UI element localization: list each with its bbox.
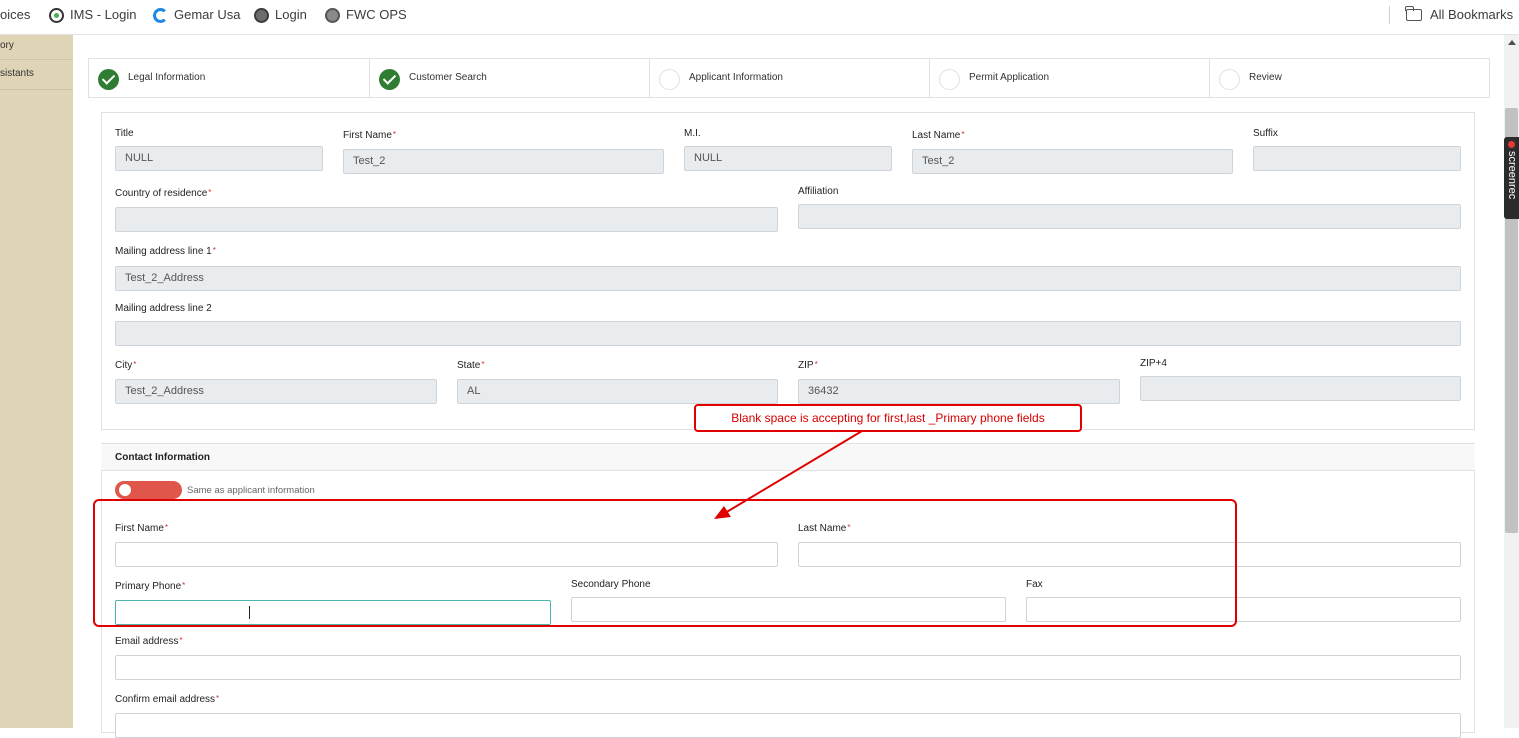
step-label: Customer Search (409, 72, 487, 83)
address2-label: Mailing address line 2 (115, 303, 212, 314)
state-label: State* (457, 360, 485, 371)
bookmark-invoices[interactable]: oices (0, 6, 30, 24)
folder-icon (1405, 6, 1422, 21)
suffix-label: Suffix (1253, 128, 1278, 139)
mi-label: M.I. (684, 128, 701, 139)
city-field[interactable]: Test_2_Address (115, 379, 437, 404)
bookmark-label: FWC OPS (346, 7, 407, 22)
affiliation-label: Affiliation (798, 186, 839, 197)
bookmarks-separator (1389, 6, 1390, 24)
gemar-logo-icon (153, 7, 168, 23)
bookmark-label: Login (275, 7, 307, 22)
all-bookmarks-button[interactable]: All Bookmarks (1405, 6, 1514, 24)
sidebar-item-assistants[interactable]: sistants (0, 60, 73, 90)
address2-field[interactable] (115, 321, 1461, 346)
step-review[interactable]: Review (1210, 59, 1489, 97)
last-name-label: Last Name* (912, 130, 965, 141)
step-permit-application[interactable]: Permit Application (930, 59, 1210, 97)
sidebar-item-label: sistants (0, 68, 34, 79)
all-bookmarks-label: All Bookmarks (1430, 7, 1514, 22)
address1-field[interactable]: Test_2_Address (115, 266, 1461, 291)
affiliation-field[interactable] (798, 204, 1461, 229)
shield-seal-icon (254, 7, 269, 23)
mi-field[interactable]: NULL (684, 146, 892, 171)
sidebar: ory sistants (0, 35, 73, 728)
country-field[interactable] (115, 207, 778, 232)
step-applicant-information[interactable]: Applicant Information (650, 59, 930, 97)
step-label: Review (1249, 72, 1282, 83)
bookmark-label: Gemar Usa (174, 7, 241, 22)
screenrec-tab[interactable]: screenrec (1504, 137, 1519, 219)
empty-circle-icon (1219, 69, 1240, 90)
city-label: City* (115, 360, 137, 371)
zip-label: ZIP* (798, 360, 818, 371)
ims-logo-icon (49, 7, 64, 23)
record-dot-icon (1508, 141, 1515, 148)
check-circle-icon (98, 69, 119, 90)
step-label: Applicant Information (689, 72, 783, 83)
fwc-seal-icon (325, 7, 340, 23)
empty-circle-icon (659, 69, 680, 90)
sidebar-item-history[interactable]: ory (0, 35, 73, 60)
email-label: Email address* (115, 636, 183, 647)
bookmark-gemar-usa[interactable]: Gemar Usa (153, 6, 240, 24)
step-legal-information[interactable]: Legal Information (89, 59, 370, 97)
empty-circle-icon (939, 69, 960, 90)
step-customer-search[interactable]: Customer Search (370, 59, 650, 97)
zip4-field[interactable] (1140, 376, 1461, 401)
email-input[interactable] (115, 655, 1461, 680)
bookmark-ims-login[interactable]: IMS - Login (49, 6, 136, 24)
first-name-field[interactable]: Test_2 (343, 149, 664, 174)
scroll-up-arrow-icon[interactable] (1508, 40, 1516, 45)
check-circle-icon (379, 69, 400, 90)
bookmarks-bar: oices IMS - Login Gemar Usa Login FWC OP… (0, 0, 1519, 35)
same-as-applicant-toggle[interactable] (115, 481, 182, 499)
first-name-label: First Name* (343, 130, 397, 141)
screenrec-label: screenrec (1506, 151, 1518, 200)
suffix-field[interactable] (1253, 146, 1461, 171)
contact-heading: Contact Information (115, 452, 210, 463)
title-label: Title (115, 128, 134, 139)
zip-field[interactable]: 36432 (798, 379, 1120, 404)
wizard-stepper: Legal Information Customer Search Applic… (88, 58, 1490, 98)
bookmark-fwc-ops[interactable]: FWC OPS (325, 6, 407, 24)
state-field[interactable]: AL (457, 379, 778, 404)
contact-section-header: Contact Information (101, 444, 1475, 471)
bookmark-label: oices (0, 7, 31, 22)
annotation-callout: Blank space is accepting for first,last … (694, 404, 1082, 432)
step-label: Permit Application (969, 72, 1050, 83)
last-name-field[interactable]: Test_2 (912, 149, 1233, 174)
step-label: Legal Information (128, 72, 206, 83)
sidebar-item-label: ory (0, 40, 14, 51)
same-as-applicant-label: Same as applicant information (187, 485, 315, 496)
country-label: Country of residence* (115, 188, 212, 199)
address1-label: Mailing address line 1* (115, 246, 216, 257)
bookmark-login[interactable]: Login (254, 6, 307, 24)
bookmark-label: IMS - Login (70, 7, 137, 22)
confirm-email-label: Confirm email address* (115, 694, 220, 705)
title-field[interactable]: NULL (115, 146, 323, 171)
confirm-email-input[interactable] (115, 713, 1461, 738)
annotation-highlight-box (93, 499, 1237, 627)
zip4-label: ZIP+4 (1140, 358, 1167, 369)
